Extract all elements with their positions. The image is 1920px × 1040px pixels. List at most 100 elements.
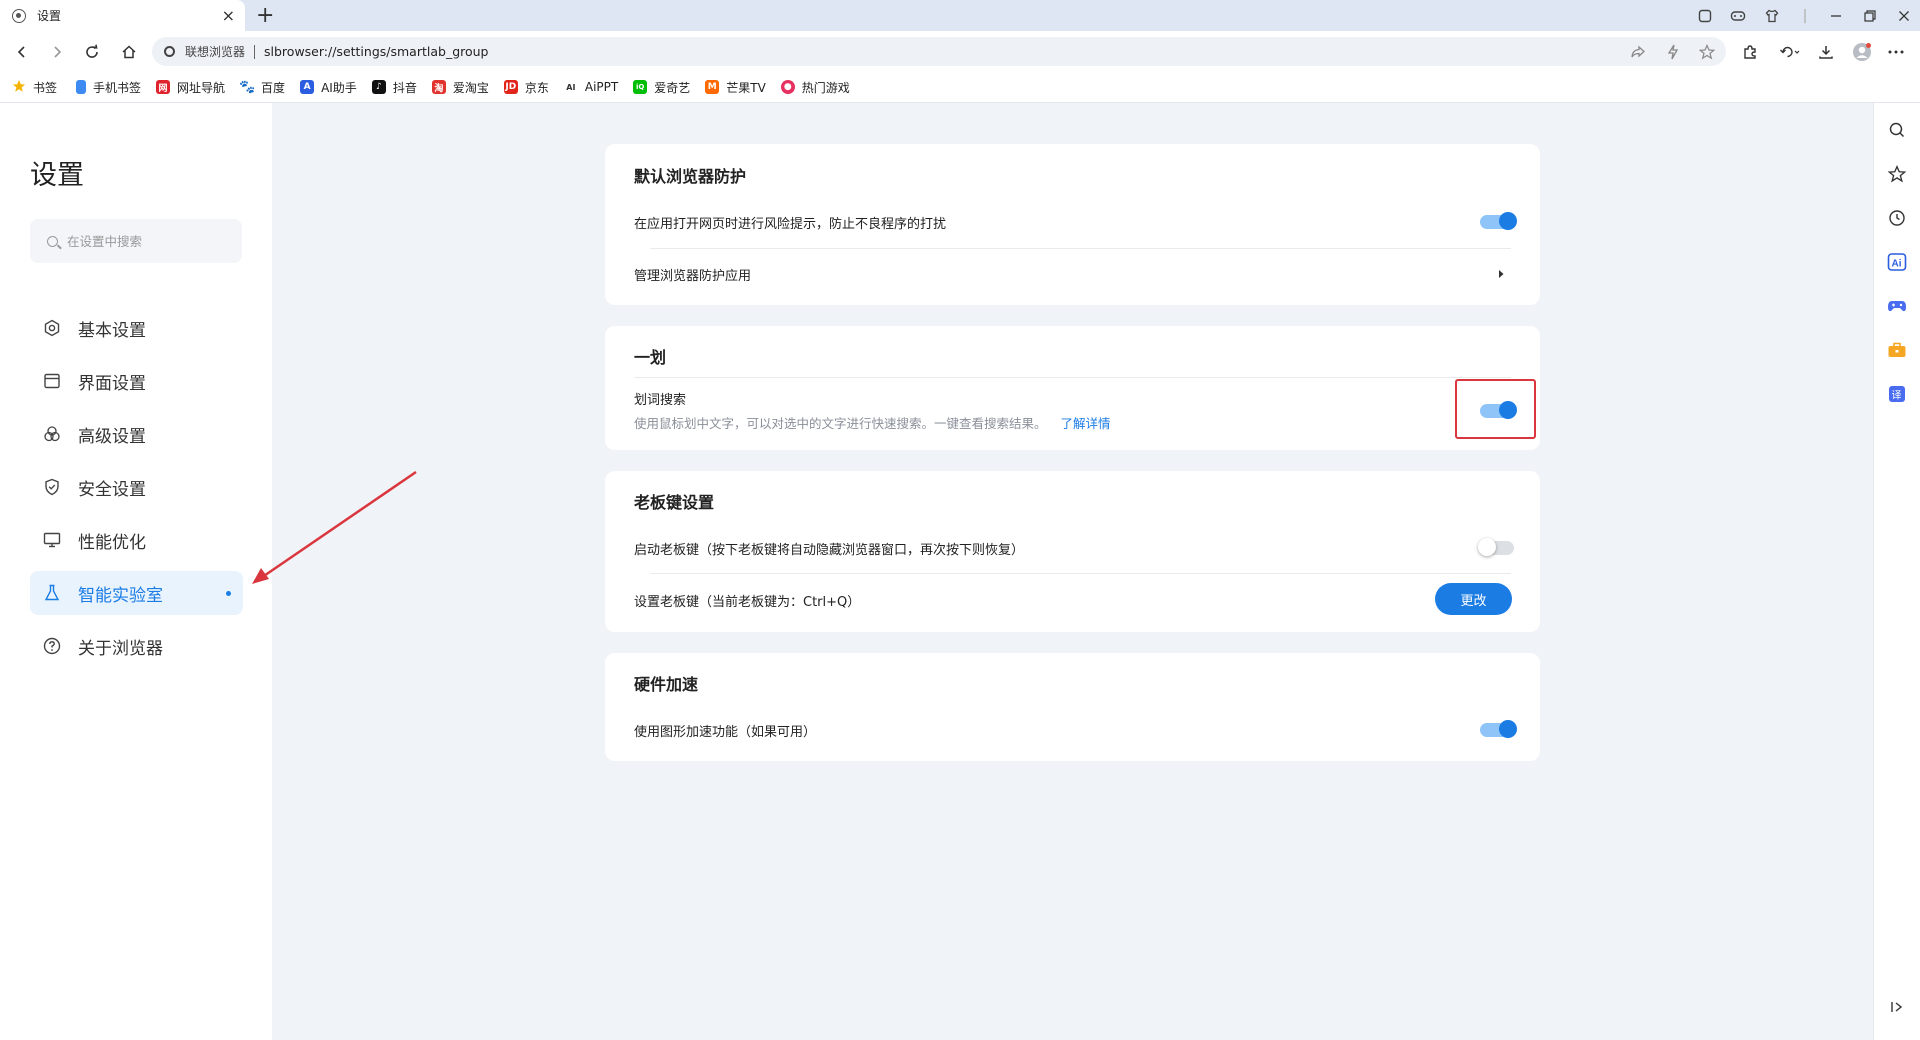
home-icon[interactable] bbox=[117, 40, 141, 64]
bookmark-item[interactable]: AI AiPPT bbox=[564, 80, 618, 94]
address-bar[interactable]: 联想浏览器 slbrowser://settings/smartlab_grou… bbox=[152, 37, 1726, 66]
extensions-icon[interactable] bbox=[1738, 40, 1762, 64]
mango-icon: M bbox=[705, 80, 719, 94]
bookmark-item[interactable]: 淘 爱淘宝 bbox=[432, 79, 489, 96]
right-side-rail: Ai 译 bbox=[1873, 103, 1920, 1040]
sidebar-item-advanced[interactable]: 高级设置 bbox=[30, 412, 243, 456]
forward-icon[interactable] bbox=[45, 40, 69, 64]
gear-icon bbox=[42, 318, 62, 338]
undo-dropdown-icon[interactable] bbox=[1775, 40, 1805, 64]
bookmark-item[interactable]: ● 热门游戏 bbox=[781, 79, 850, 96]
question-icon bbox=[42, 636, 62, 656]
card-hardware-acceleration: 硬件加速 使用图形加速功能（如果可用） bbox=[605, 653, 1540, 761]
sidebar-item-label: 界面设置 bbox=[78, 369, 146, 394]
settings-search[interactable] bbox=[30, 219, 242, 263]
url-separator bbox=[254, 45, 255, 59]
share-icon[interactable] bbox=[1630, 37, 1646, 66]
favorites-star-icon[interactable] bbox=[1886, 163, 1908, 185]
manage-protection-row[interactable]: 管理浏览器防护应用 bbox=[634, 265, 1511, 284]
url-text[interactable]: slbrowser://settings/smartlab_group bbox=[264, 44, 488, 59]
window-icon bbox=[42, 371, 62, 391]
boss-key-toggle[interactable] bbox=[1480, 541, 1514, 555]
lightning-icon[interactable] bbox=[1666, 37, 1680, 66]
sidebar-item-basic[interactable]: 基本设置 bbox=[30, 306, 243, 350]
word-search-label: 划词搜索 bbox=[634, 389, 1511, 408]
gpu-acceleration-toggle[interactable] bbox=[1480, 723, 1514, 737]
star-icon bbox=[12, 79, 26, 96]
sidebar-item-performance[interactable]: 性能优化 bbox=[30, 518, 243, 562]
translate-icon[interactable]: 译 bbox=[1886, 383, 1908, 405]
bookmark-label: 网址导航 bbox=[177, 79, 225, 96]
sidebar-item-label: 智能实验室 bbox=[78, 581, 163, 606]
close-tab-icon[interactable]: × bbox=[222, 6, 235, 25]
minimize-icon[interactable] bbox=[1824, 0, 1848, 31]
bookmark-item[interactable]: iQ 爱奇艺 bbox=[633, 79, 690, 96]
bookmark-item[interactable]: M 芒果TV bbox=[705, 79, 766, 96]
download-icon[interactable] bbox=[1814, 40, 1838, 64]
bookmark-item[interactable]: 🐾 百度 bbox=[240, 79, 285, 96]
shirt-icon[interactable] bbox=[1760, 0, 1784, 31]
iqiyi-icon: iQ bbox=[633, 80, 647, 94]
toolbox-icon[interactable] bbox=[1886, 339, 1908, 361]
bookmark-item[interactable]: JD 京东 bbox=[504, 79, 549, 96]
bookmark-item[interactable]: 手机书签 bbox=[76, 79, 141, 96]
svg-text:译: 译 bbox=[1892, 390, 1902, 402]
bookmark-item[interactable]: 网 网址导航 bbox=[156, 79, 225, 96]
more-menu-icon[interactable] bbox=[1884, 40, 1908, 64]
game-controller-icon[interactable] bbox=[1886, 295, 1908, 317]
card-title: 老板键设置 bbox=[634, 489, 714, 513]
aippt-icon: AI bbox=[564, 80, 578, 94]
taobao-icon: 淘 bbox=[432, 80, 446, 94]
sidebar-item-smartlab[interactable]: 智能实验室 bbox=[30, 571, 243, 615]
restore-icon[interactable] bbox=[1858, 0, 1882, 31]
new-tab-button[interactable]: + bbox=[256, 3, 274, 28]
ai-assistant-icon[interactable]: Ai bbox=[1886, 251, 1908, 273]
search-input[interactable] bbox=[67, 234, 237, 249]
learn-more-link[interactable]: 了解详情 bbox=[1061, 416, 1111, 431]
card-title: 默认浏览器防护 bbox=[634, 163, 746, 187]
card-yihua: 一划 划词搜索 使用鼠标划中文字，可以对选中的文字进行快速搜索。一键查看搜索结果… bbox=[605, 326, 1540, 450]
divider bbox=[650, 573, 1511, 574]
risk-alert-toggle[interactable] bbox=[1480, 215, 1514, 229]
sidebar-item-security[interactable]: 安全设置 bbox=[30, 465, 243, 509]
bookmark-label: 书签 bbox=[33, 79, 57, 96]
history-clock-icon[interactable] bbox=[1886, 207, 1908, 229]
divider bbox=[634, 377, 1511, 378]
circles-icon bbox=[42, 424, 62, 444]
monitor-icon bbox=[42, 530, 62, 550]
row-label: 管理浏览器防护应用 bbox=[634, 269, 751, 284]
change-boss-key-button[interactable]: 更改 bbox=[1435, 583, 1512, 615]
chevron-right-icon[interactable] bbox=[1497, 268, 1505, 283]
bookmark-item[interactable]: ♪ 抖音 bbox=[372, 79, 417, 96]
annotation-arrow bbox=[240, 460, 430, 595]
bookmark-item[interactable]: 书签 bbox=[12, 79, 57, 96]
divider bbox=[650, 248, 1511, 249]
reload-icon[interactable] bbox=[80, 40, 104, 64]
sidebar-item-label: 高级设置 bbox=[78, 422, 146, 447]
search-icon[interactable] bbox=[1886, 119, 1908, 141]
site-info-icon[interactable] bbox=[164, 46, 175, 57]
gamepad-icon[interactable] bbox=[1726, 0, 1750, 31]
sidebar-item-about[interactable]: 关于浏览器 bbox=[30, 624, 243, 668]
highlight-box bbox=[1455, 379, 1536, 439]
row-label: 设置老板键（当前老板键为：Ctrl+Q） bbox=[634, 595, 860, 610]
shield-icon bbox=[42, 477, 62, 497]
bookmarks-bar: 书签 手机书签 网 网址导航 🐾 百度 A AI助手 ♪ 抖音 淘 爱淘宝 JD… bbox=[0, 72, 1920, 103]
back-icon[interactable] bbox=[10, 40, 34, 64]
game-icon: ● bbox=[781, 80, 795, 94]
bookmark-label: 热门游戏 bbox=[802, 79, 850, 96]
bookmark-star-icon[interactable] bbox=[1699, 37, 1715, 66]
avatar[interactable] bbox=[1850, 40, 1874, 64]
svg-text:Ai: Ai bbox=[1892, 259, 1902, 270]
gpu-acceleration-row: 使用图形加速功能（如果可用） bbox=[634, 721, 1511, 740]
phone-bookmark-icon bbox=[76, 80, 86, 94]
close-window-icon[interactable] bbox=[1892, 0, 1916, 31]
row-label: 使用图形加速功能（如果可用） bbox=[634, 725, 816, 740]
bookmark-label: 爱淘宝 bbox=[453, 79, 489, 96]
bookmark-label: 芒果TV bbox=[726, 79, 766, 96]
sidebar-item-interface[interactable]: 界面设置 bbox=[30, 359, 243, 403]
tab-overview-icon[interactable] bbox=[1693, 0, 1717, 31]
tab-settings[interactable]: 设置 × bbox=[0, 0, 245, 31]
bookmark-item[interactable]: A AI助手 bbox=[300, 79, 357, 96]
collapse-rail-icon[interactable] bbox=[1886, 996, 1908, 1018]
